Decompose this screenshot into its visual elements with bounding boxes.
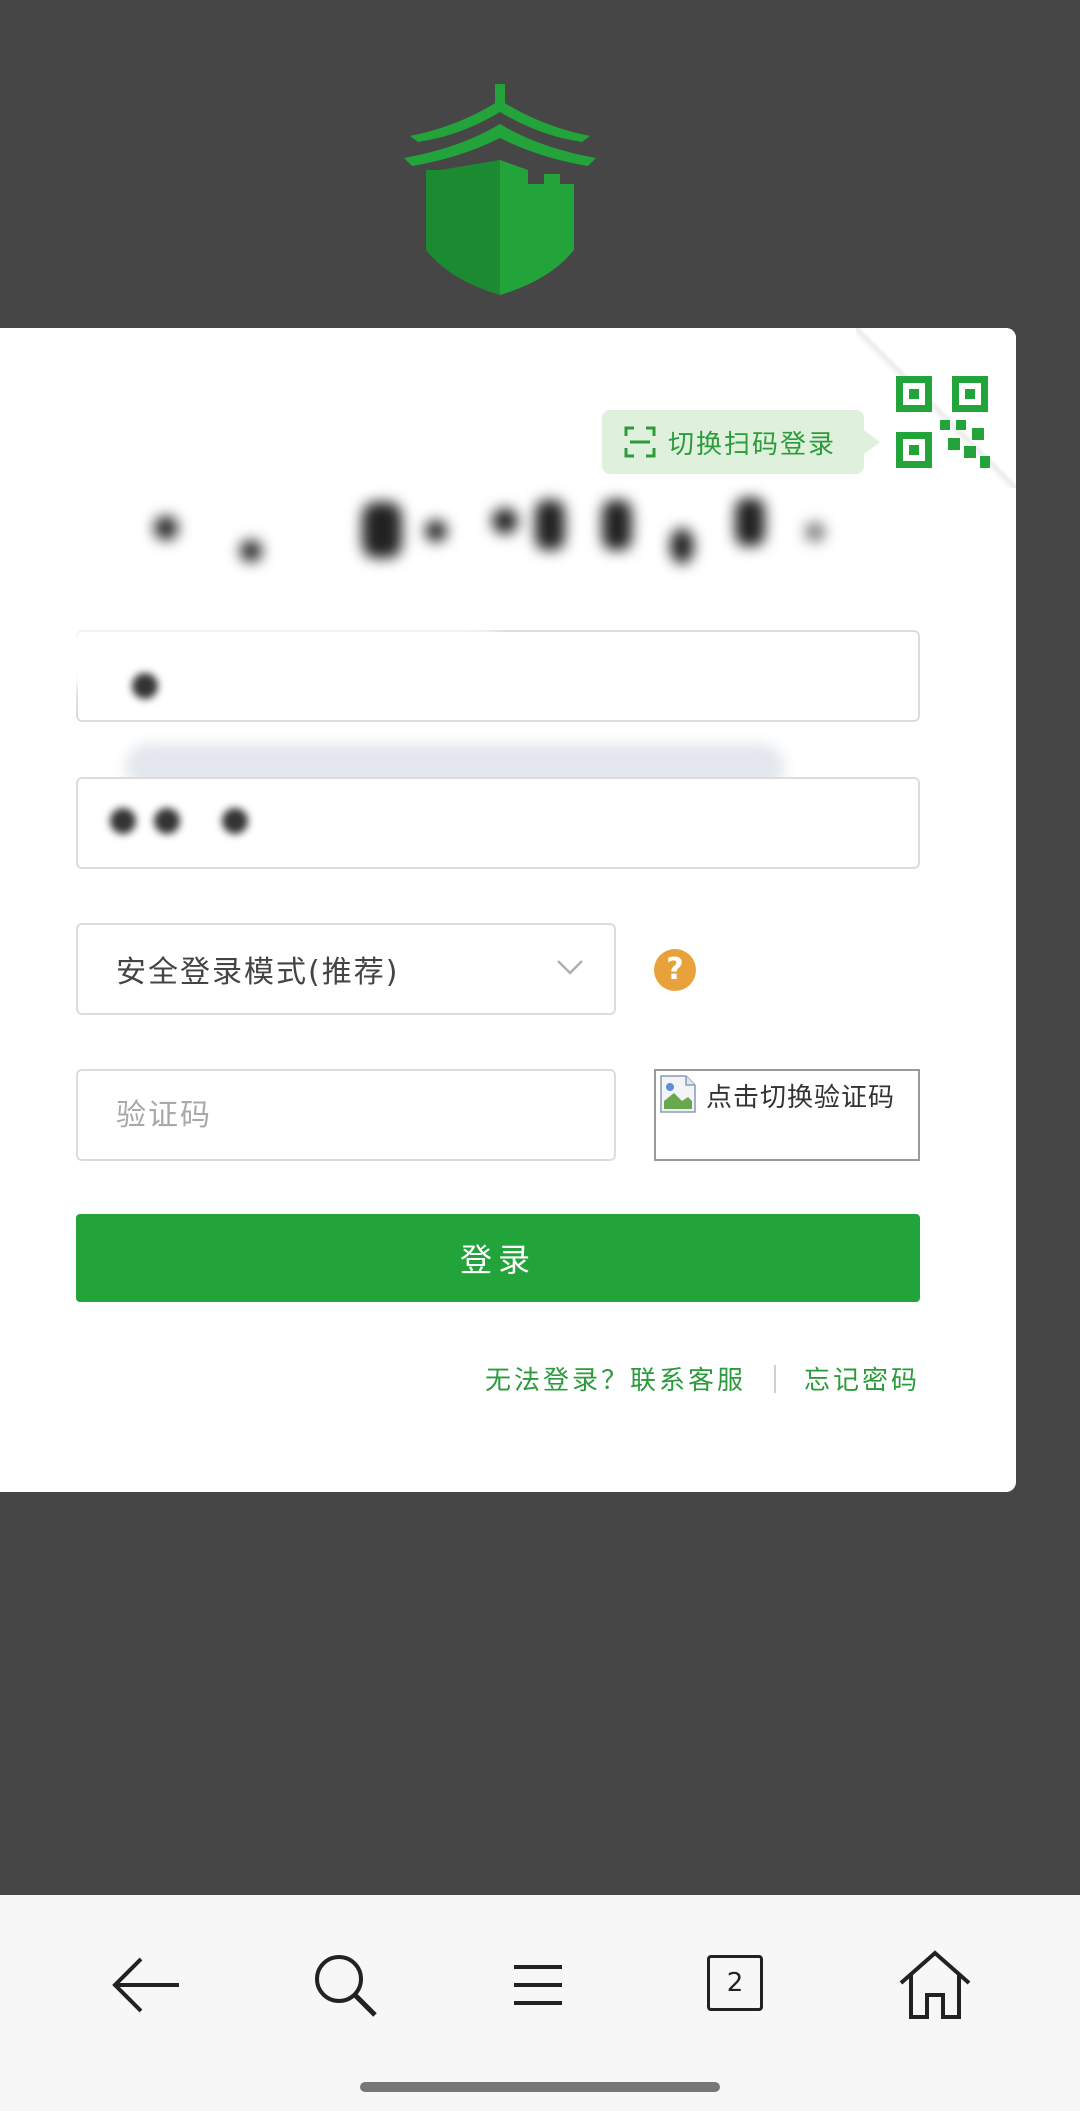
switch-qr-login-label: 切换扫码登录 <box>668 429 837 460</box>
help-icon[interactable]: ? <box>654 949 696 991</box>
password-mask <box>222 808 248 834</box>
login-card: 切换扫码登录 安全登录模式(推荐) ? 验证码 点击切换验证码 登录 无法登录？… <box>0 328 1016 1492</box>
redaction-overlay <box>50 628 500 688</box>
chevron-down-icon <box>557 960 583 975</box>
search-icon[interactable] <box>305 1945 385 2025</box>
help-links: 无法登录？联系客服 忘记密码 <box>485 1360 920 1397</box>
captcha-alt-text: 点击切换验证码 <box>706 1083 896 1113</box>
browser-bottom-bar: 2 <box>0 1895 1080 2111</box>
captcha-image[interactable]: 点击切换验证码 <box>654 1069 920 1161</box>
menu-icon[interactable] <box>498 1945 578 2025</box>
back-arrow-icon[interactable] <box>107 1945 187 2025</box>
redacted-username <box>132 673 158 699</box>
contact-support-link[interactable]: 无法登录？联系客服 <box>485 1360 746 1397</box>
link-divider <box>773 1364 776 1393</box>
home-indicator <box>360 2082 720 2092</box>
forgot-password-link[interactable]: 忘记密码 <box>804 1360 920 1397</box>
password-mask <box>154 808 180 834</box>
redacted-site-title <box>140 488 860 578</box>
switch-qr-login-button[interactable]: 切换扫码登录 <box>602 410 880 474</box>
password-mask <box>110 808 136 834</box>
login-mode-value: 安全登录模式(推荐) <box>116 955 400 990</box>
castle-logo <box>404 84 596 295</box>
broken-image-icon <box>660 1075 696 1113</box>
scan-icon <box>624 426 656 458</box>
qr-code-icon[interactable] <box>896 376 992 472</box>
home-icon[interactable] <box>895 1945 975 2025</box>
captcha-input[interactable] <box>76 1069 616 1161</box>
password-field[interactable] <box>76 777 920 869</box>
login-button[interactable]: 登录 <box>76 1214 920 1302</box>
tab-count: 2 <box>707 1955 763 2011</box>
tabs-icon[interactable]: 2 <box>697 1945 777 2025</box>
login-mode-select[interactable]: 安全登录模式(推荐) <box>76 923 616 1015</box>
